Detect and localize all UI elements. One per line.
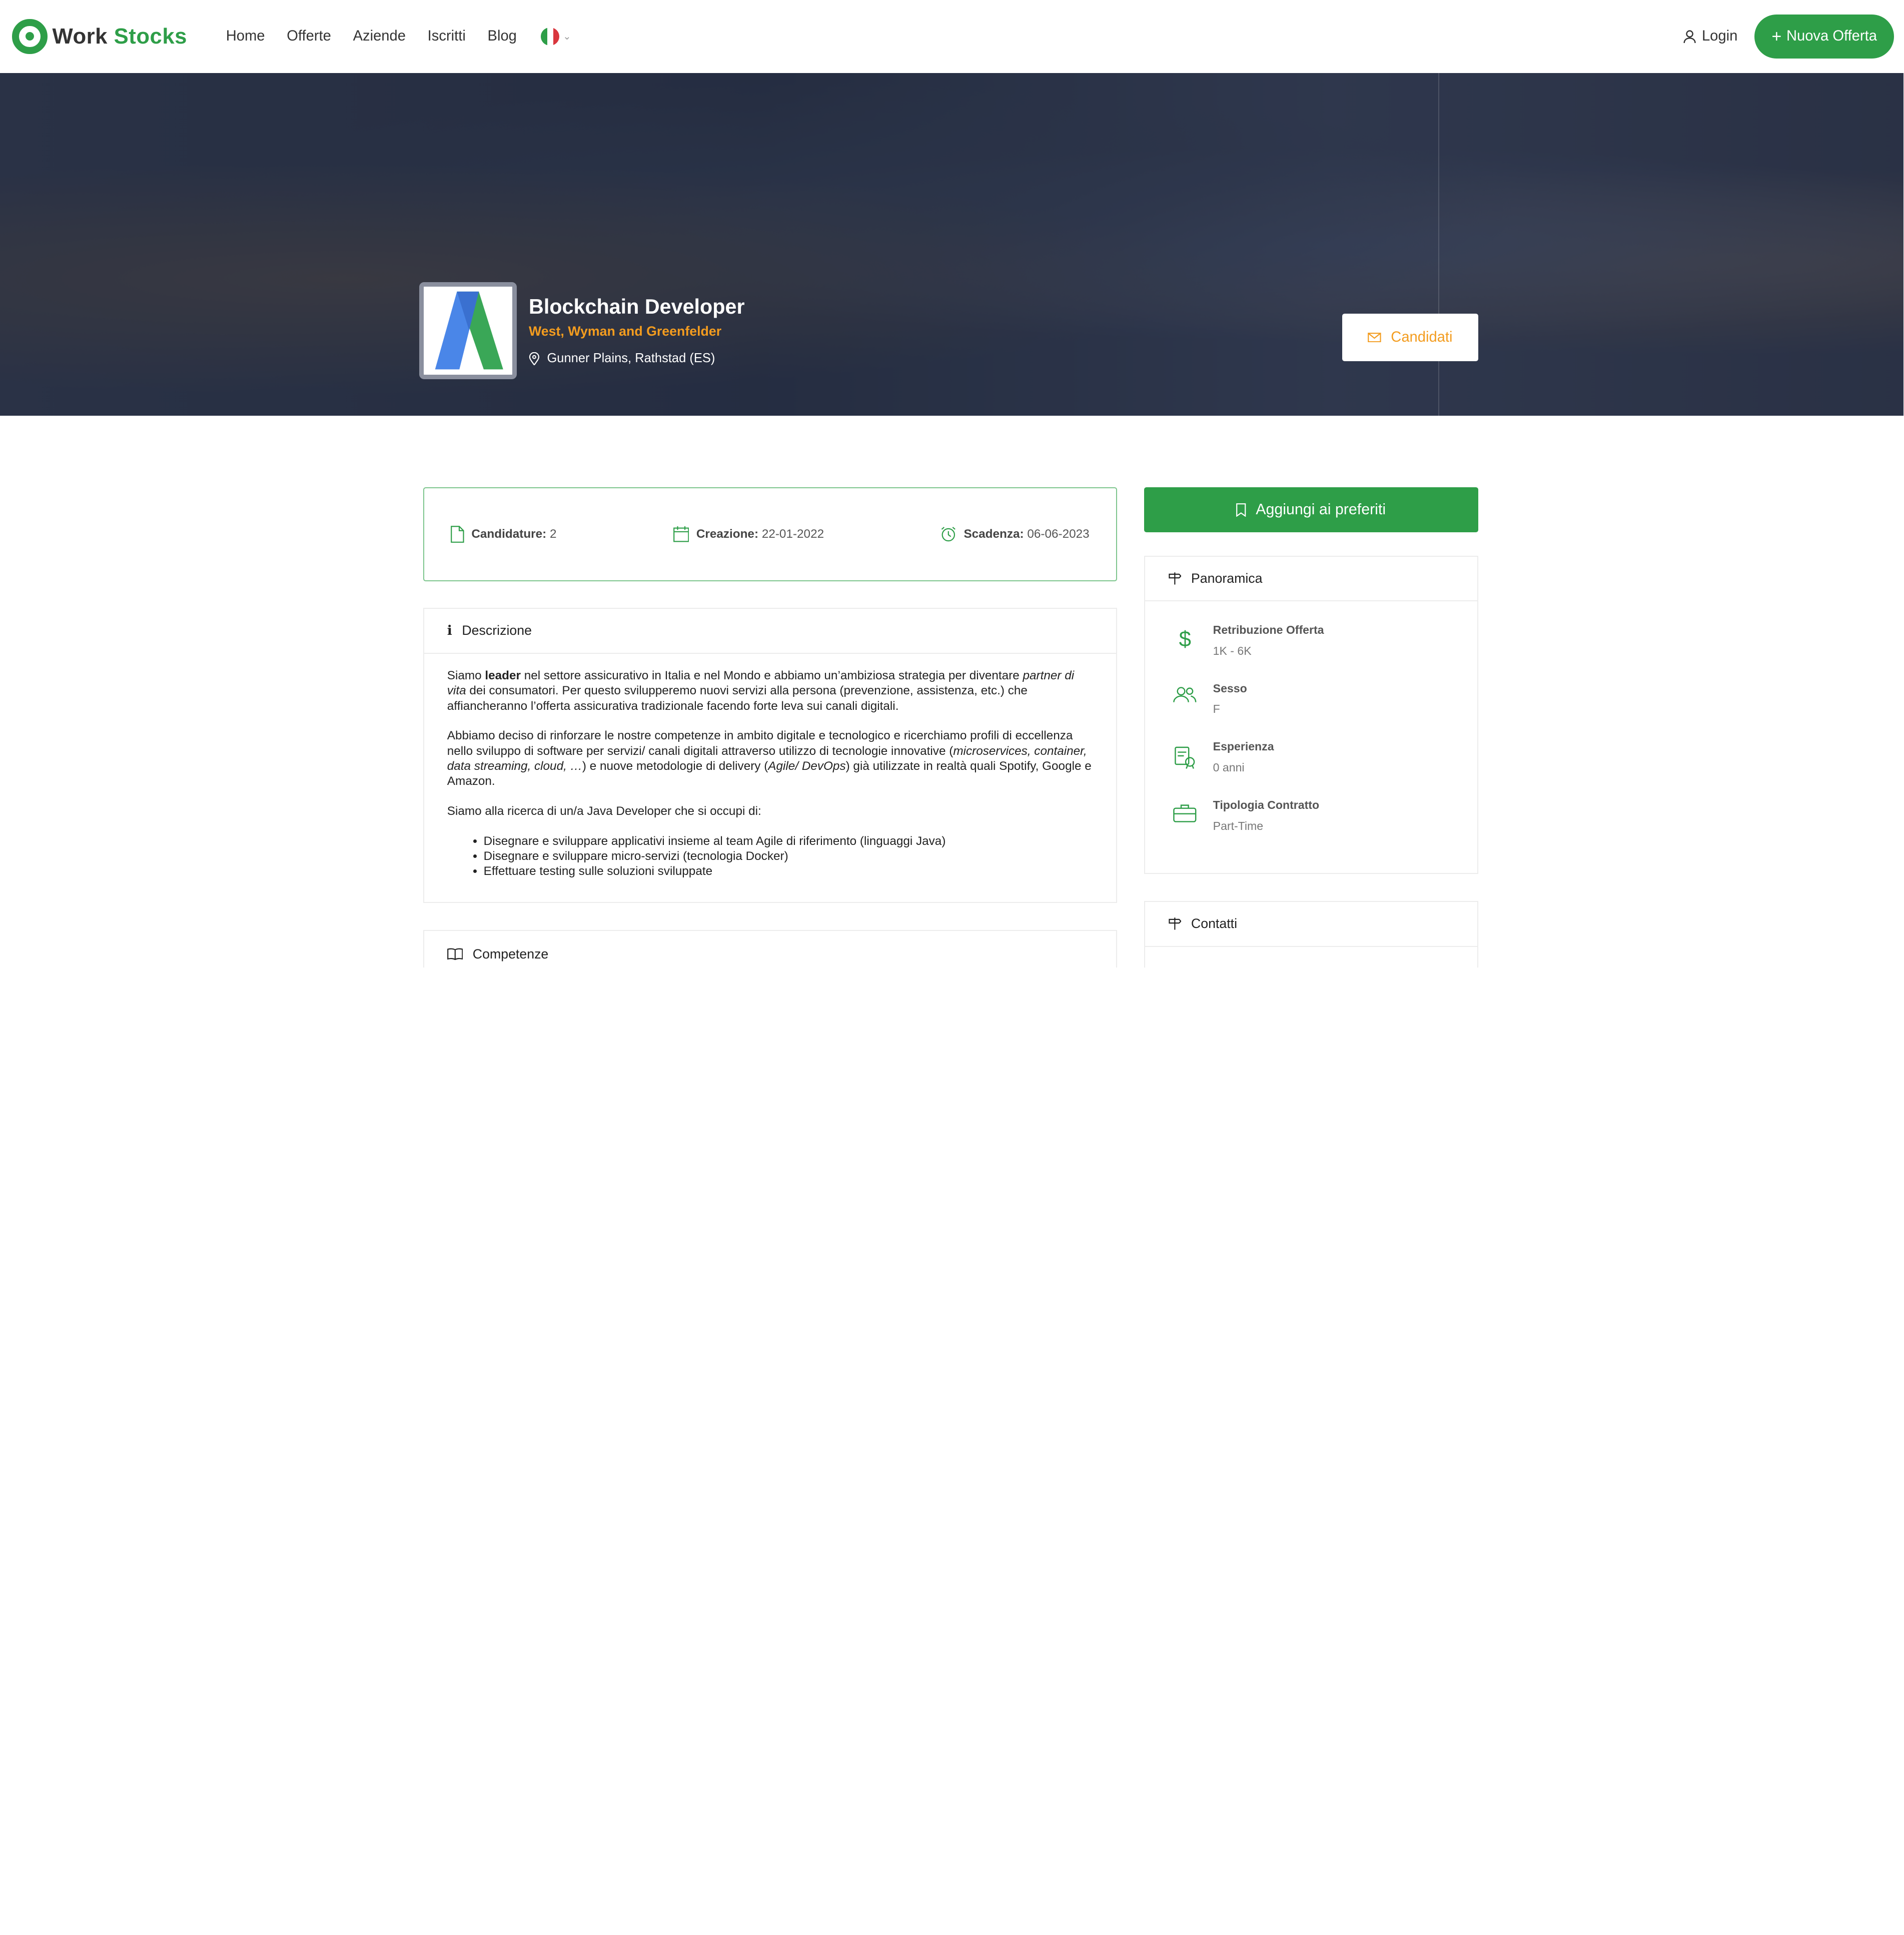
- logo-word-work: Work: [52, 24, 108, 49]
- overview-value: 1K - 6K: [1213, 644, 1252, 657]
- overview-value: 0 anni: [1213, 760, 1245, 774]
- navbar: Work Stocks Home Offerte Aziende Iscritt…: [0, 0, 1904, 73]
- contacts-header: Contatti: [1145, 902, 1477, 947]
- description-header: ℹ Descrizione: [424, 609, 1117, 654]
- contacts-card: Contatti: [1144, 900, 1478, 968]
- overview-value: F: [1213, 702, 1220, 716]
- description-card: ℹ Descrizione Siamo leader nel settore a…: [423, 607, 1118, 903]
- list-item: Disegnare e sviluppare applicativi insie…: [484, 834, 1093, 849]
- file-icon: [451, 526, 464, 543]
- list-item: Disegnare e sviluppare micro-servizi (te…: [484, 849, 1093, 864]
- signpost-icon: [1169, 917, 1182, 930]
- skills-card: Competenze: [423, 929, 1118, 968]
- apply-label: Candidati: [1391, 329, 1453, 345]
- company-logo: [419, 282, 517, 380]
- apply-button[interactable]: Candidati: [1342, 313, 1478, 361]
- stat-created: Creazione: 22-01-2022: [673, 526, 824, 542]
- overview-label: Esperienza: [1213, 740, 1274, 753]
- logo[interactable]: Work Stocks: [12, 19, 187, 55]
- nav-right: Login + Nuova Offerta: [1682, 15, 1894, 59]
- description-heading: Descrizione: [462, 623, 532, 638]
- overview-label: Sesso: [1213, 681, 1247, 695]
- overview-item-contract: Tipologia Contratto Part-Time: [1145, 798, 1477, 857]
- new-offer-button[interactable]: + Nuova Offerta: [1754, 15, 1894, 59]
- calendar-icon: [673, 526, 689, 542]
- overview-card: Panoramica $ Retribuzione Offerta 1K - 6…: [1144, 555, 1478, 874]
- plus-icon: +: [1771, 27, 1782, 46]
- deadline-label: Scadenza:: [964, 527, 1024, 541]
- hero-banner: Blockchain Developer West, Wyman and Gre…: [0, 73, 1904, 416]
- italy-flag-icon: [541, 27, 559, 46]
- description-list: Disegnare e sviluppare applicativi insie…: [484, 834, 1093, 879]
- users-icon: [1172, 686, 1198, 703]
- overview-label: Retribuzione Offerta: [1213, 623, 1324, 637]
- stat-deadline: Scadenza: 06-06-2023: [940, 526, 1090, 542]
- skills-heading: Competenze: [472, 946, 549, 961]
- nav-link-iscritti[interactable]: Iscritti: [428, 28, 466, 45]
- login-link[interactable]: Login: [1682, 28, 1737, 45]
- language-selector[interactable]: ⌄: [541, 27, 571, 46]
- deadline-value: 06-06-2023: [1027, 527, 1090, 541]
- overview-value: Part-Time: [1213, 819, 1264, 832]
- add-favorite-label: Aggiungi ai preferiti: [1256, 501, 1386, 518]
- description-paragraph-3: Siamo alla ricerca di un/a Java Develope…: [447, 804, 761, 818]
- description-paragraph-2: Abbiamo deciso di rinforzare le nostre c…: [447, 729, 1092, 788]
- applications-label: Candidature:: [471, 527, 547, 541]
- briefcase-icon: [1172, 803, 1198, 823]
- logo-word-stocks: Stocks: [114, 24, 187, 49]
- job-stats: Candidature: 2 Creazione: 22-01-2022 Sca…: [423, 487, 1118, 581]
- experience-icon: [1172, 745, 1198, 769]
- logo-icon: [12, 19, 48, 55]
- alarm-clock-icon: [941, 527, 956, 542]
- nav-link-offerte[interactable]: Offerte: [287, 28, 331, 45]
- nav-link-aziende[interactable]: Aziende: [353, 28, 406, 45]
- chevron-down-icon: ⌄: [563, 31, 571, 42]
- login-label: Login: [1701, 28, 1738, 45]
- dollar-icon: $: [1179, 626, 1191, 651]
- info-icon: ℹ: [447, 623, 452, 639]
- bookmark-icon: [1236, 503, 1246, 517]
- contacts-heading: Contatti: [1191, 916, 1238, 931]
- description-paragraph-1: Siamo leader nel settore assicurativo in…: [447, 669, 1075, 713]
- list-item: Effettuare testing sulle soluzioni svilu…: [484, 864, 1093, 879]
- created-value: 22-01-2022: [761, 527, 824, 541]
- new-offer-label: Nuova Offerta: [1786, 28, 1877, 45]
- map-pin-icon: [529, 352, 540, 366]
- job-header: Blockchain Developer West, Wyman and Gre…: [419, 282, 745, 380]
- stat-applications: Candidature: 2: [451, 526, 557, 543]
- overview-item-experience: Esperienza 0 anni: [1145, 740, 1477, 798]
- location-text: Gunner Plains, Rathstad (ES): [547, 351, 715, 366]
- mail-icon: [1368, 332, 1381, 342]
- job-title: Blockchain Developer: [529, 295, 745, 319]
- nav-link-blog[interactable]: Blog: [488, 28, 517, 45]
- skills-header: Competenze: [424, 931, 1117, 968]
- page: Work Stocks Home Offerte Aziende Iscritt…: [0, 0, 1904, 968]
- user-icon: [1683, 30, 1696, 44]
- overview-heading: Panoramica: [1191, 570, 1263, 586]
- overview-item-salary: $ Retribuzione Offerta 1K - 6K: [1145, 623, 1477, 682]
- overview-label: Tipologia Contratto: [1213, 798, 1320, 812]
- applications-value: 2: [549, 527, 557, 541]
- description-body: Siamo leader nel settore assicurativo in…: [424, 654, 1117, 894]
- signpost-icon: [1169, 572, 1182, 585]
- overview-header: Panoramica: [1145, 557, 1477, 602]
- nav-links: Home Offerte Aziende Iscritti Blog ⌄: [226, 27, 571, 46]
- logo-text: Work Stocks: [52, 24, 187, 49]
- created-label: Creazione:: [696, 527, 759, 541]
- company-logo-icon: [435, 292, 503, 370]
- nav-link-home[interactable]: Home: [226, 28, 265, 45]
- book-icon: [447, 948, 463, 960]
- job-location: Gunner Plains, Rathstad (ES): [529, 351, 744, 366]
- add-favorite-button[interactable]: Aggiungi ai preferiti: [1144, 487, 1478, 533]
- company-name[interactable]: West, Wyman and Greenfelder: [529, 324, 744, 339]
- overview-item-gender: Sesso F: [1145, 682, 1477, 740]
